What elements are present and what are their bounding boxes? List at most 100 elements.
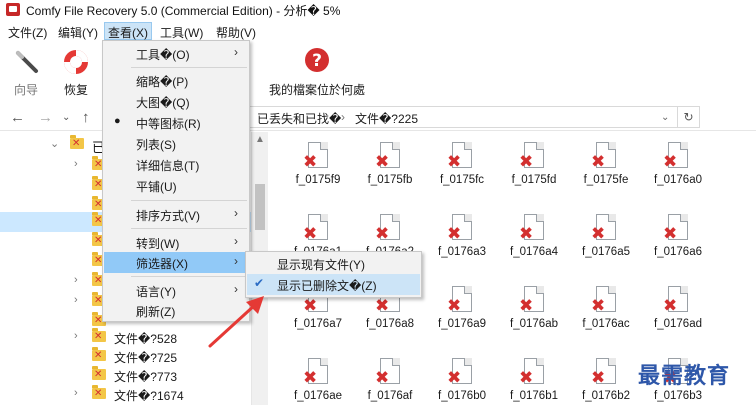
file-name: f_0176ad bbox=[654, 318, 702, 330]
tree-item[interactable]: ✕ 文件�?773 bbox=[0, 366, 251, 386]
where-label: 我的檔案位於何處 bbox=[268, 83, 365, 97]
menu-item-list[interactable]: 列表(S) bbox=[104, 133, 248, 154]
submenu-arrow-icon: › bbox=[234, 254, 238, 268]
deleted-file-icon: ✖ bbox=[447, 142, 472, 170]
scrollbar-thumb[interactable] bbox=[255, 184, 265, 230]
menu-item-label: 平铺(U) bbox=[136, 180, 177, 194]
menu-view[interactable]: 查看(X) bbox=[104, 22, 152, 40]
deleted-file-item[interactable]: ✖ f_0176af bbox=[354, 350, 426, 416]
deleted-file-item[interactable]: ✖ f_0175fb bbox=[354, 134, 426, 200]
menu-file[interactable]: 文件(Z) bbox=[4, 22, 51, 40]
file-name: f_0176af bbox=[367, 390, 413, 402]
file-name: f_0175fc bbox=[439, 174, 485, 186]
menu-item-sort-by[interactable]: 排序方式(V) › bbox=[104, 204, 248, 225]
file-name: f_0175f9 bbox=[295, 174, 341, 186]
menu-edit[interactable]: 编辑(Y) bbox=[54, 22, 102, 40]
deleted-file-item[interactable]: ✖ f_0176ac bbox=[570, 278, 642, 344]
file-name: f_0176ae bbox=[294, 390, 342, 402]
file-name: f_0176a6 bbox=[654, 246, 702, 258]
forward-arrow-icon[interactable]: → bbox=[38, 109, 53, 126]
folder-icon: ✕ bbox=[92, 385, 106, 399]
deleted-file-item[interactable]: ✖ f_0176b2 bbox=[570, 350, 642, 416]
deleted-file-item[interactable]: ✖ f_0176ad bbox=[642, 278, 714, 344]
tree-item-label: 文件�?725 bbox=[114, 351, 178, 365]
breadcrumb-lost-found[interactable]: 已丢失和已找� bbox=[257, 110, 341, 127]
deleted-file-item[interactable]: ✖ f_0175fc bbox=[426, 134, 498, 200]
submenu-arrow-icon: › bbox=[234, 45, 238, 59]
menu-bar: 文件(Z) 编辑(Y) 查看(X) 工具(W) 帮助(V) bbox=[0, 20, 756, 41]
tree-item-label: 文件�?1674 bbox=[114, 389, 184, 403]
back-arrow-icon[interactable]: ← bbox=[10, 109, 25, 126]
file-name: f_0176a3 bbox=[438, 246, 486, 258]
deleted-file-item[interactable]: ✖ f_0176b1 bbox=[498, 350, 570, 416]
deleted-file-item[interactable]: ✖ f_0176a0 bbox=[642, 134, 714, 200]
deleted-file-icon: ✖ bbox=[663, 214, 688, 242]
deleted-file-icon: ✖ bbox=[663, 142, 688, 170]
collapse-chevron-icon[interactable]: ⌄ bbox=[50, 137, 59, 150]
up-arrow-icon[interactable]: ↑ bbox=[82, 109, 90, 126]
deleted-file-item[interactable]: ✖ f_0176b0 bbox=[426, 350, 498, 416]
lifebuoy-icon bbox=[64, 50, 88, 74]
deleted-file-item[interactable]: ✖ f_0176a6 bbox=[642, 206, 714, 272]
menu-item-filter[interactable]: 筛选器(X) › bbox=[104, 252, 248, 273]
where-are-my-files-button[interactable]: ? 我的檔案位於何處 bbox=[262, 45, 372, 97]
deleted-file-icon: ✖ bbox=[519, 142, 544, 170]
deleted-file-item[interactable]: ✖ f_0176ab bbox=[498, 278, 570, 344]
deleted-file-item[interactable]: ✖ f_0175f9 bbox=[282, 134, 354, 200]
deleted-file-item[interactable]: ✖ f_0176a3 bbox=[426, 206, 498, 272]
view-menu-dropdown: 工具�(O) › 缩略�(P) 大图�(Q) ● 中等图标(R) 列表(S) 详细信… bbox=[102, 40, 250, 322]
menu-item-label: 详细信息(T) bbox=[136, 159, 200, 173]
annotation-arrow-icon bbox=[208, 296, 264, 348]
wizard-button[interactable]: 向导 bbox=[6, 45, 46, 97]
menu-item-tiles[interactable]: 平铺(U) bbox=[104, 175, 248, 196]
restore-button[interactable]: 恢复 bbox=[54, 45, 98, 97]
address-dropdown-icon[interactable]: ⌄ bbox=[661, 112, 669, 123]
deleted-file-icon: ✖ bbox=[447, 358, 472, 386]
menu-item-toolbar[interactable]: 工具�(O) › bbox=[104, 43, 248, 64]
expand-chevron-icon[interactable]: › bbox=[74, 330, 78, 342]
expand-chevron-icon[interactable]: › bbox=[74, 274, 78, 286]
expand-chevron-icon[interactable]: › bbox=[74, 294, 78, 306]
deleted-file-item[interactable]: ✖ f_0176a9 bbox=[426, 278, 498, 344]
tree-item[interactable]: › ✕ 文件�?1674 bbox=[0, 385, 251, 405]
menu-item-label: 显示现有文件(Y) bbox=[277, 258, 365, 272]
deleted-file-icon: ✖ bbox=[447, 214, 472, 242]
radio-bullet-icon: ● bbox=[114, 115, 121, 127]
scroll-up-arrow-icon[interactable]: ▲ bbox=[255, 134, 265, 145]
deleted-file-icon: ✖ bbox=[519, 214, 544, 242]
menu-item-label: 语言(Y) bbox=[136, 285, 176, 299]
address-path[interactable]: 已丢失和已找� › 文件�?225 ⌄ bbox=[248, 106, 678, 128]
expand-chevron-icon[interactable]: › bbox=[74, 387, 78, 399]
menu-item-details[interactable]: 详细信息(T) bbox=[104, 154, 248, 175]
file-name: f_0176b2 bbox=[582, 390, 630, 402]
deleted-file-icon: ✖ bbox=[447, 286, 472, 314]
file-name: f_0176a8 bbox=[366, 318, 414, 330]
menu-separator bbox=[131, 276, 247, 277]
deleted-file-icon: ✖ bbox=[303, 142, 328, 170]
file-name: f_0176ab bbox=[510, 318, 558, 330]
menu-item-large-icons[interactable]: 大图�(Q) bbox=[104, 91, 248, 112]
menu-item-thumbnails[interactable]: 缩略�(P) bbox=[104, 70, 248, 91]
breadcrumb-folder[interactable]: 文件�?225 bbox=[355, 110, 418, 127]
menu-item-medium-icons[interactable]: ● 中等图标(R) bbox=[104, 112, 248, 133]
menu-item-label: 显示已删除文�(Z) bbox=[277, 279, 377, 293]
file-name: f_0175fe bbox=[583, 174, 629, 186]
menu-tools[interactable]: 工具(W) bbox=[156, 22, 207, 40]
file-name: f_0176b0 bbox=[438, 390, 486, 402]
folder-icon: ✕ bbox=[92, 347, 106, 361]
deleted-file-item[interactable]: ✖ f_0175fe bbox=[570, 134, 642, 200]
history-chevron-icon[interactable]: ⌄ bbox=[62, 112, 70, 123]
deleted-file-item[interactable]: ✖ f_0175fd bbox=[498, 134, 570, 200]
file-name: f_0176a7 bbox=[294, 318, 342, 330]
file-name: f_0176ac bbox=[582, 318, 630, 330]
expand-chevron-icon[interactable]: › bbox=[74, 158, 78, 170]
menu-item-show-existing-files[interactable]: 显示现有文件(Y) bbox=[247, 253, 420, 274]
deleted-file-item[interactable]: ✖ f_0176ae bbox=[282, 350, 354, 416]
menu-help[interactable]: 帮助(V) bbox=[212, 22, 260, 40]
folder-icon: ✕ bbox=[92, 366, 106, 380]
deleted-file-item[interactable]: ✖ f_0176a4 bbox=[498, 206, 570, 272]
refresh-icon[interactable]: ↻ bbox=[678, 106, 700, 128]
menu-item-go-to[interactable]: 转到(W) › bbox=[104, 232, 248, 253]
menu-item-show-deleted-files[interactable]: ✔ 显示已删除文�(Z) bbox=[247, 274, 420, 295]
deleted-file-item[interactable]: ✖ f_0176a5 bbox=[570, 206, 642, 272]
